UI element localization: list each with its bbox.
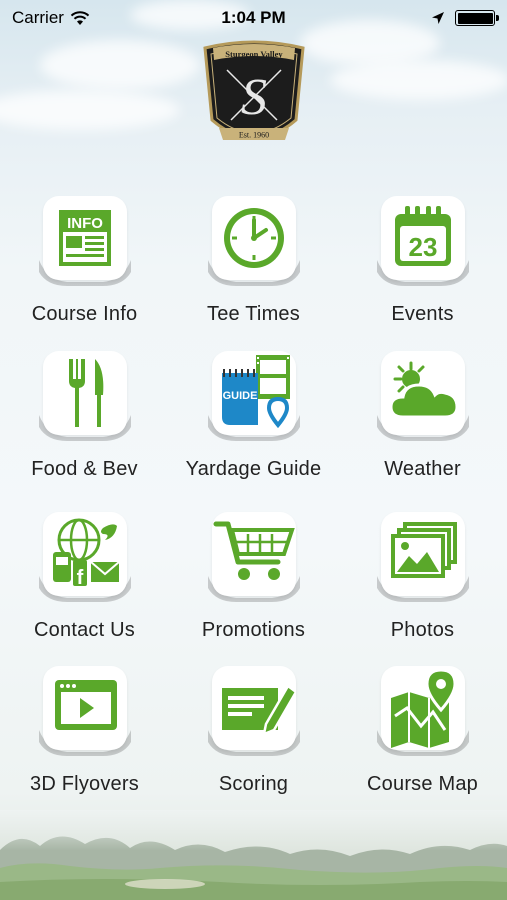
menu-tile-course-map[interactable]: Course Map: [338, 656, 507, 806]
svg-text:f: f: [77, 567, 84, 589]
location-arrow-icon: [432, 12, 444, 24]
clock-icon: [224, 208, 284, 268]
map-pin-icon: [391, 668, 457, 748]
menu-tile-tee-times[interactable]: Tee Times: [169, 186, 338, 336]
golf-course-background: [0, 810, 507, 900]
menu-tile-yardage-guide[interactable]: GUIDE Yardage Guide: [169, 341, 338, 491]
menu-tile-label: Promotions: [201, 619, 306, 641]
video-player-icon: [55, 680, 117, 730]
status-bar: Carrier 1:04 PM: [0, 0, 507, 36]
menu-tile-label: Course Info: [31, 303, 138, 325]
logo-established: Est. 1960: [239, 131, 269, 140]
menu-tile-label: Photos: [390, 619, 455, 641]
menu-tile-label: Events: [391, 303, 454, 325]
menu-tile-label: 3D Flyovers: [30, 773, 139, 795]
carrier-label: Carrier: [12, 8, 64, 27]
battery-icon: [455, 10, 499, 26]
fork-knife-icon: [69, 359, 104, 427]
sun-cloud-icon: [389, 361, 459, 419]
calendar-icon: 23: [395, 206, 451, 266]
menu-tile-contact-us[interactable]: f Contact Us: [0, 502, 169, 652]
menu-tile-food-bev[interactable]: Food & Bev: [0, 341, 169, 491]
menu-tile-label: Contact Us: [34, 619, 135, 641]
menu-tile-weather[interactable]: Weather: [338, 341, 507, 491]
menu-tile-label: Tee Times: [207, 303, 300, 325]
yardage-guide-icon: GUIDE: [222, 355, 290, 429]
logo-club-name: Sturgeon Valley: [225, 49, 283, 59]
menu-tile-label: Yardage Guide: [185, 458, 322, 480]
club-logo: Sturgeon Valley S Est. 1960: [203, 40, 305, 140]
menu-tile-course-info[interactable]: INFO Course Info: [0, 186, 169, 336]
logo-monogram: S: [241, 69, 267, 126]
menu-tile-promotions[interactable]: Promotions: [169, 502, 338, 652]
menu-tile-events[interactable]: 23 Events: [338, 186, 507, 336]
wifi-icon: [70, 11, 90, 25]
scorecard-pencil-icon: [222, 684, 296, 737]
menu-tile-photos[interactable]: Photos: [338, 502, 507, 652]
contact-icon: f: [53, 518, 120, 589]
menu-tile-3d-flyovers[interactable]: 3D Flyovers: [0, 656, 169, 806]
menu-tile-label: Weather: [384, 458, 461, 480]
photos-icon: [391, 522, 457, 578]
svg-text:GUIDE: GUIDE: [223, 390, 258, 402]
svg-text:INFO: INFO: [67, 215, 103, 232]
svg-text:23: 23: [409, 232, 438, 262]
shopping-cart-icon: [213, 521, 295, 580]
course-info-icon: INFO: [59, 210, 111, 266]
menu-tile-label: Course Map: [367, 773, 478, 795]
menu-tile-scoring[interactable]: Scoring: [169, 656, 338, 806]
menu-tile-label: Scoring: [218, 773, 289, 795]
menu-tile-label: Food & Bev: [31, 458, 138, 480]
